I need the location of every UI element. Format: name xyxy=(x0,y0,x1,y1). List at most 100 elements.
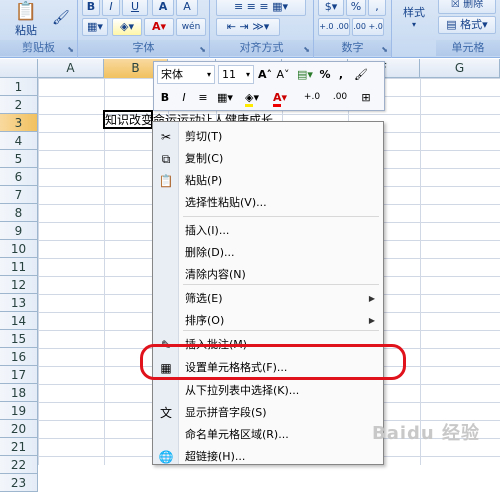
font-color-button[interactable]: A▾ xyxy=(268,88,292,107)
menu-item-label: 筛选(E) xyxy=(185,292,223,305)
row-header-20[interactable]: 20 xyxy=(0,420,38,438)
percent-button[interactable]: % xyxy=(318,65,332,84)
menu-item-label: 显示拼音字段(S) xyxy=(185,406,267,419)
percent-button[interactable]: % xyxy=(346,0,366,16)
menu-item[interactable]: 📋 粘贴(P) xyxy=(153,170,383,192)
row-header-1[interactable]: 1 xyxy=(0,78,38,96)
row-header-16[interactable]: 16 xyxy=(0,348,38,366)
row-header-18[interactable]: 18 xyxy=(0,384,38,402)
menu-item[interactable]: 筛选(E) ▶ xyxy=(153,288,383,310)
format-button[interactable]: ▤ 格式▾ xyxy=(438,16,496,34)
menu-item-label: 剪切(T) xyxy=(185,130,223,143)
delete-cells-button[interactable]: ☒ 删除 xyxy=(438,0,496,14)
column-header-a[interactable]: A xyxy=(38,59,104,78)
row-header-8[interactable]: 8 xyxy=(0,204,38,222)
menu-item-label: 命名单元格区域(R)... xyxy=(185,428,289,441)
dialog-launcher-icon[interactable]: ⬊ xyxy=(199,45,206,54)
row-header-4[interactable]: 4 xyxy=(0,132,38,150)
cells-group: ☒ 删除 ▤ 格式▾ 单元格 xyxy=(436,0,500,58)
row-header-13[interactable]: 13 xyxy=(0,294,38,312)
styles-button[interactable]: 样式 ▾ xyxy=(396,4,432,40)
row-header-23[interactable]: 23 xyxy=(0,474,38,492)
row-header-5[interactable]: 5 xyxy=(0,150,38,168)
shrink-font-button[interactable]: A˅ xyxy=(275,65,291,84)
menu-item-label: 从下拉列表中选择(K)... xyxy=(185,384,300,397)
bold-button[interactable]: B xyxy=(82,0,100,16)
italic-button[interactable]: I xyxy=(102,0,120,16)
row-header-22[interactable]: 22 xyxy=(0,456,38,474)
row-header-7[interactable]: 7 xyxy=(0,186,38,204)
menu-item[interactable]: 从下拉列表中选择(K)... xyxy=(153,380,383,402)
comma-button[interactable]: , xyxy=(368,0,386,16)
menu-item-label: 插入(I)... xyxy=(185,224,230,237)
font-size-select[interactable]: 11 ▾ xyxy=(218,65,254,84)
menu-item[interactable]: 文显示拼音字段(S) xyxy=(153,402,383,424)
currency-button[interactable]: $▾ xyxy=(318,0,344,16)
grow-font-button[interactable]: A˄ xyxy=(257,65,273,84)
fill-color-button[interactable]: ◈▾ xyxy=(112,18,142,36)
watermark: Baidu 经验 xyxy=(371,423,480,444)
align-center-button[interactable]: ≡ xyxy=(195,88,211,107)
mini-toolbar: 宋体 ▾ 11 ▾ A˄ A˅ ▤▾ % , 🖌 B I ≡ ▦▾ ◈▾ A▾ +.… xyxy=(153,61,385,111)
menu-item-label: 排序(O) xyxy=(185,314,225,327)
border-button[interactable]: ▦▾ xyxy=(82,18,108,36)
row-header-19[interactable]: 19 xyxy=(0,402,38,420)
format-painter-icon[interactable]: 🖌 xyxy=(352,65,370,84)
phonetic-icon: 文 xyxy=(159,406,172,420)
increase-decimal-button[interactable]: +.0 .00 xyxy=(318,18,350,36)
decrease-decimal-button[interactable]: .00 xyxy=(328,88,352,107)
row-header-3[interactable]: 3 xyxy=(0,114,38,132)
dialog-launcher-icon[interactable]: ⬊ xyxy=(381,45,388,54)
comma-button[interactable]: , xyxy=(336,65,346,84)
indent-buttons[interactable]: ⇤ ⇥ ≫▾ xyxy=(216,18,280,36)
row-header-9[interactable]: 9 xyxy=(0,222,38,240)
menu-item[interactable]: 选择性粘贴(V)... xyxy=(153,192,383,214)
paste-icon: 📋 xyxy=(158,174,174,188)
grow-font-button[interactable]: A xyxy=(152,0,174,16)
menu-separator xyxy=(183,216,379,217)
menu-item[interactable]: 删除(D)... xyxy=(153,242,383,264)
increase-decimal-button[interactable]: +.0 xyxy=(300,88,324,107)
merge-cells-button[interactable]: ⊞ xyxy=(356,88,376,107)
row-header-14[interactable]: 14 xyxy=(0,312,38,330)
menu-item[interactable]: ✂ 剪切(T) xyxy=(153,126,383,148)
phonetic-button[interactable]: wén xyxy=(176,18,206,36)
font-group-label: 字体 xyxy=(78,40,209,56)
row-header-11[interactable]: 11 xyxy=(0,258,38,276)
column-header-g[interactable]: G xyxy=(420,59,500,78)
shrink-font-button[interactable]: A xyxy=(176,0,198,16)
chevron-down-icon: ▾ xyxy=(206,70,211,79)
menu-item[interactable]: ⧉ 复制(C) xyxy=(153,148,383,170)
menu-item[interactable]: 插入(I)... xyxy=(153,220,383,242)
fill-color-button[interactable]: ◈▾ xyxy=(240,88,264,107)
paste-icon: 📋 xyxy=(14,1,38,22)
menu-item[interactable]: 命名单元格区域(R)... xyxy=(153,424,383,446)
row-header-17[interactable]: 17 xyxy=(0,366,38,384)
select-all-corner[interactable] xyxy=(0,59,38,78)
italic-button[interactable]: I xyxy=(176,88,192,107)
font-name-select[interactable]: 宋体 ▾ xyxy=(157,65,215,84)
paste-button[interactable]: 📋 粘贴 xyxy=(4,2,48,38)
currency-button[interactable]: ▤▾ xyxy=(294,65,316,84)
font-color-button[interactable]: A▾ xyxy=(144,18,174,36)
dialog-launcher-icon[interactable]: ⬊ xyxy=(67,45,74,54)
row-header-15[interactable]: 15 xyxy=(0,330,38,348)
alignment-group: ≡ ≡ ≡ ▦▾ ⇤ ⇥ ≫▾ 对齐方式 ⬊ xyxy=(210,0,314,58)
menu-item[interactable]: 清除内容(N) xyxy=(153,264,383,286)
chevron-down-icon: ▾ xyxy=(411,20,416,29)
menu-item-label: 选择性粘贴(V)... xyxy=(185,196,267,209)
align-buttons[interactable]: ≡ ≡ ≡ ▦▾ xyxy=(216,0,306,16)
menu-item[interactable]: 排序(O) ▶ xyxy=(153,310,383,332)
format-painter-icon[interactable]: 🖌 xyxy=(52,10,70,26)
row-header-21[interactable]: 21 xyxy=(0,438,38,456)
row-header-2[interactable]: 2 xyxy=(0,96,38,114)
bold-button[interactable]: B xyxy=(157,88,173,107)
row-header-10[interactable]: 10 xyxy=(0,240,38,258)
row-header-6[interactable]: 6 xyxy=(0,168,38,186)
dialog-launcher-icon[interactable]: ⬊ xyxy=(303,45,310,54)
row-header-12[interactable]: 12 xyxy=(0,276,38,294)
underline-button[interactable]: U xyxy=(122,0,148,16)
decrease-decimal-button[interactable]: .00 +.0 xyxy=(352,18,384,36)
border-button[interactable]: ▦▾ xyxy=(214,88,236,107)
menu-item-label: 删除(D)... xyxy=(185,246,235,259)
